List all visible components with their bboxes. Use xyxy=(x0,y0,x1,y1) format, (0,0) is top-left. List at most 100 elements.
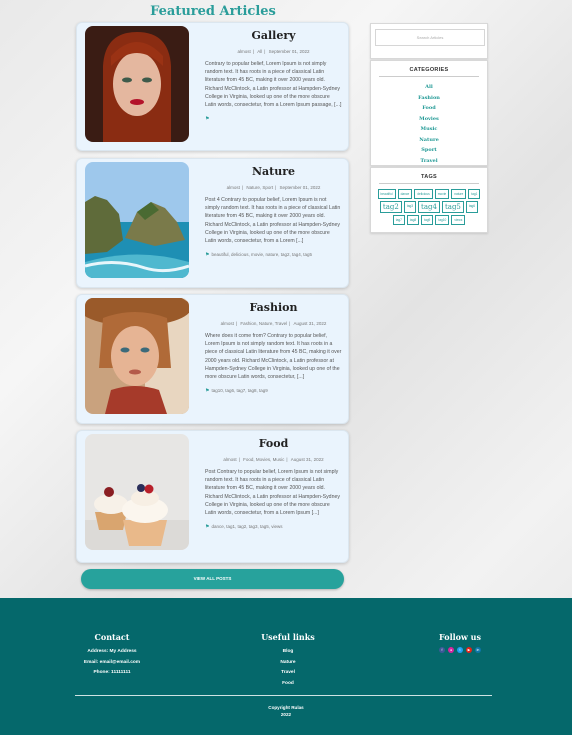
category-list: All Fashion Food Movies Music Nature Sport Trav… xyxy=(371,82,487,166)
category-link[interactable]: Fashion xyxy=(371,93,487,104)
copyright: Copyright Rulas 2022 xyxy=(0,704,572,718)
page-heading: Featured Articles xyxy=(150,4,276,19)
categories-widget: CATEGORIES All Fashion Food Movies Music Natu… xyxy=(370,60,488,166)
view-all-posts-button[interactable]: VIEW ALL POSTS xyxy=(81,569,344,589)
post-tags: ⚑ beautiful, delicious, movie, nature, ta… xyxy=(205,252,342,258)
tag-link[interactable]: delicious xyxy=(414,189,433,199)
post-title[interactable]: Food xyxy=(205,437,342,453)
facebook-icon[interactable]: f xyxy=(439,647,445,653)
copyright-year: 2022 xyxy=(280,712,292,717)
footer-divider xyxy=(75,695,492,696)
social-icons: f ● t ▶ in xyxy=(420,647,500,653)
post-card-gallery[interactable]: Gallery almost | All | September 01, 2022 … xyxy=(76,22,349,151)
contact-title: Contact xyxy=(94,632,130,642)
search-widget: Search Articles xyxy=(370,23,488,59)
tag-link[interactable]: tag4 xyxy=(418,201,440,213)
post-meta: almost | Nature, Sport | September 01, 202… xyxy=(226,185,321,190)
post-date: August 31, 2022 xyxy=(290,457,324,462)
footer-link[interactable]: Nature xyxy=(248,658,328,669)
post-tags: ⚑ dance, tag1, tag2, tag3, tag5, views xyxy=(205,524,342,530)
post-tags: ⚑ xyxy=(205,116,342,122)
linkedin-icon[interactable]: in xyxy=(475,647,481,653)
post-author[interactable]: almost xyxy=(238,49,251,54)
tag-link[interactable]: beautiful xyxy=(377,189,396,199)
tag-cloud: beautiful dance delicious movie nature tag1 ta… xyxy=(371,184,487,225)
tag-link[interactable]: tag5 xyxy=(441,201,464,213)
post-categories[interactable]: Nature, Sport xyxy=(246,185,273,190)
post-card-fashion[interactable]: Fashion almost | Fashion, Nature, Travel |… xyxy=(76,294,349,424)
tag-link[interactable]: tag1 xyxy=(468,189,481,199)
post-excerpt: Post Contrary to popular belief, Lorem I… xyxy=(205,469,340,517)
category-link[interactable]: All xyxy=(371,82,487,93)
tag-link[interactable]: tag2 xyxy=(379,201,402,213)
post-date: September 01, 2022 xyxy=(268,49,310,54)
footer-follow: Follow us f ● t ▶ in xyxy=(420,632,500,653)
post-image-nature[interactable] xyxy=(85,162,189,278)
youtube-icon[interactable]: ▶ xyxy=(466,647,472,653)
footer-link[interactable]: Travel xyxy=(248,668,328,679)
tags-title: TAGS xyxy=(420,174,438,180)
post-tag-list[interactable]: beautiful, delicious, movie, nature, tag… xyxy=(211,252,312,257)
post-excerpt: Where does it come from? Contrary to pop… xyxy=(205,333,342,381)
post-image-fashion[interactable] xyxy=(85,298,189,414)
post-date: September 01, 2022 xyxy=(279,185,321,190)
instagram-icon[interactable]: ● xyxy=(448,647,454,653)
category-link[interactable]: Nature xyxy=(371,135,487,146)
tag-link[interactable]: tag7 xyxy=(392,215,405,225)
category-link[interactable]: Food xyxy=(371,103,487,114)
tag-icon: ⚑ xyxy=(205,388,210,395)
post-title[interactable]: Gallery xyxy=(205,29,342,45)
post-image-gallery[interactable] xyxy=(85,26,189,142)
footer-contact: Contact Address: My Address Email: email… xyxy=(60,632,164,679)
tag-link[interactable]: tag6 xyxy=(465,201,479,213)
post-card-nature[interactable]: Nature almost | Nature, Sport | September … xyxy=(76,158,349,288)
follow-title: Follow us xyxy=(439,632,481,642)
post-tag-list[interactable]: tag10, tag6, tag7, tag8, tag9 xyxy=(211,388,267,393)
copyright-text: Copyright Rulas xyxy=(268,705,304,710)
tag-link[interactable]: dance xyxy=(397,189,413,199)
tag-icon: ⚑ xyxy=(205,252,210,259)
category-link[interactable]: Music xyxy=(371,124,487,135)
divider xyxy=(379,76,479,77)
post-title[interactable]: Fashion xyxy=(205,301,342,317)
post-meta: almost | All | September 01, 2022 xyxy=(237,49,310,54)
footer-link[interactable]: Food xyxy=(248,679,328,690)
post-categories[interactable]: All xyxy=(257,49,262,54)
post-categories[interactable]: Food, Movies, Music xyxy=(243,457,284,462)
post-author[interactable]: almost xyxy=(227,185,240,190)
footer-link[interactable]: Blog xyxy=(248,647,328,658)
footer: Contact Address: My Address Email: email… xyxy=(0,598,572,735)
post-author[interactable]: almost xyxy=(221,321,234,326)
post-meta: almost | Food, Movies, Music | August 31, … xyxy=(223,457,324,462)
tag-icon: ⚑ xyxy=(205,524,210,531)
tags-widget: TAGS beautiful dance delicious movie nature t… xyxy=(370,167,488,233)
tag-link[interactable]: tag8 xyxy=(406,215,420,225)
post-categories[interactable]: Fashion, Nature, Travel xyxy=(240,321,287,326)
post-meta: almost | Fashion, Nature, Travel | August … xyxy=(220,321,327,326)
tag-link[interactable]: nature xyxy=(451,189,467,199)
contact-email[interactable]: Email: email@email.com xyxy=(60,658,164,669)
post-tags: ⚑ tag10, tag6, tag7, tag8, tag9 xyxy=(205,388,342,394)
post-author[interactable]: almost xyxy=(223,457,236,462)
categories-title: CATEGORIES xyxy=(409,67,449,73)
post-excerpt: Contrary to popular belief, Lorem Ipsum … xyxy=(205,61,342,109)
post-image-food[interactable] xyxy=(85,434,189,550)
tag-link[interactable]: tag9 xyxy=(421,215,434,225)
tag-icon: ⚑ xyxy=(205,116,210,123)
tag-link[interactable]: tag3 xyxy=(403,201,417,213)
tag-link[interactable]: movie xyxy=(434,189,450,199)
tag-link[interactable]: tag10 xyxy=(435,215,450,225)
category-link[interactable]: Movies xyxy=(371,114,487,125)
post-title[interactable]: Nature xyxy=(205,165,342,181)
tag-link[interactable]: views xyxy=(451,215,466,225)
category-link[interactable]: Sport xyxy=(371,145,487,156)
post-tag-list[interactable]: dance, tag1, tag2, tag3, tag5, views xyxy=(211,524,282,529)
post-card-food[interactable]: Food almost | Food, Movies, Music | August… xyxy=(76,430,349,563)
contact-address: Address: My Address xyxy=(87,649,137,654)
post-date: August 31, 2022 xyxy=(293,321,327,326)
category-link[interactable]: Travel xyxy=(371,156,487,167)
post-excerpt: Post 4 Contrary to popular belief, Lorem… xyxy=(205,197,341,245)
search-input[interactable]: Search Articles xyxy=(375,29,485,46)
contact-phone: Phone: 11111111 xyxy=(93,670,131,675)
twitter-icon[interactable]: t xyxy=(457,647,463,653)
